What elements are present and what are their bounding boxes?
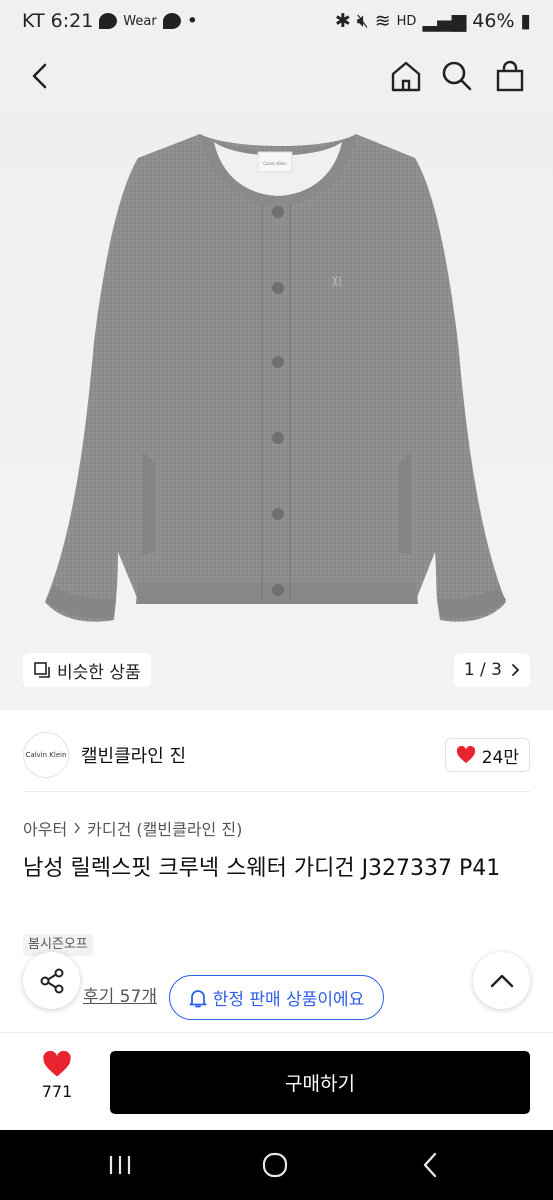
share-icon	[40, 968, 63, 993]
wish-count: 771	[41, 1082, 73, 1101]
shopping-bag-icon	[496, 60, 524, 92]
image-pager-label: 1 / 3	[463, 660, 502, 680]
review-link[interactable]: 후기 57개	[83, 982, 157, 1007]
buy-button[interactable]: 구매하기	[110, 1051, 530, 1114]
back-system-button[interactable]	[410, 1148, 450, 1182]
system-nav-bar	[0, 1130, 553, 1200]
breadcrumb: 아우터 카디건 (캘빈클라인 진)	[23, 816, 242, 840]
status-bar: KT 6:21 Wear • ✱ 🔇︎ ≋ HD ▂▄▆ 46% ▮	[0, 0, 553, 42]
heart-icon	[43, 1051, 71, 1077]
product-image-carousel[interactable]: Calvin Klein 비슷한 상품 1 / 3	[0, 112, 553, 710]
back-icon	[32, 63, 47, 89]
home-circle-icon	[262, 1152, 288, 1178]
heart-icon	[456, 746, 475, 763]
image-pager[interactable]: 1 / 3	[453, 653, 530, 687]
wifi-icon: ≋	[374, 10, 391, 32]
top-nav	[0, 42, 553, 112]
brand-logo-text: Calvin Klein	[25, 751, 67, 759]
scroll-top-button[interactable]	[473, 952, 530, 1009]
product-title: 남성 릴렉스핏 크루넥 스웨터 가디건 J327337 P41	[23, 856, 501, 881]
back-arrow-icon	[423, 1152, 437, 1178]
limited-sale-label: 한정 판매 상품이에요	[212, 990, 365, 1010]
back-button[interactable]	[20, 56, 60, 96]
signal-icon: ▂▄▆	[422, 10, 467, 32]
battery-icon: ▮	[520, 10, 531, 32]
chevron-up-icon	[490, 974, 513, 987]
recent-apps-icon	[109, 1156, 131, 1174]
mute-icon: 🔇︎	[356, 10, 369, 32]
notification-dot-icon: •	[186, 10, 198, 32]
breadcrumb-item[interactable]: 카디건 (캘빈클라인 진)	[87, 816, 242, 840]
chevron-right-icon	[74, 822, 81, 834]
brand-name[interactable]: 캘빈클라인 진	[81, 742, 186, 768]
share-button[interactable]	[23, 952, 80, 1009]
similar-products-label: 비슷한 상품	[57, 662, 141, 683]
battery-percent: 46%	[472, 10, 515, 32]
cardigan-image: Calvin Klein	[45, 134, 506, 622]
wear-icon: Wear	[123, 13, 157, 29]
bell-icon	[189, 989, 207, 1007]
search-icon	[442, 61, 472, 91]
limited-sale-button[interactable]: 한정 판매 상품이에요	[169, 975, 384, 1020]
similar-products-button[interactable]: 비슷한 상품	[23, 653, 151, 687]
garment-neck-label: Calvin Klein	[263, 161, 287, 166]
wish-button[interactable]: 771	[23, 1051, 91, 1101]
carrier-time: KT 6:21	[22, 10, 94, 32]
brand-like-count: 24만	[481, 747, 519, 768]
hd-icon: HD	[396, 13, 417, 29]
bottom-action-bar: 771 구매하기	[0, 1032, 553, 1130]
brand-logo[interactable]: Calvin Klein	[23, 732, 69, 778]
breadcrumb-item[interactable]: 아우터	[23, 816, 67, 840]
search-button[interactable]	[437, 56, 477, 96]
home-icon	[391, 61, 421, 92]
cart-button[interactable]	[490, 56, 530, 96]
chevron-right-icon	[512, 664, 520, 676]
brand-like-button[interactable]: 24만	[444, 738, 530, 772]
messenger-icon	[162, 13, 181, 29]
home-button[interactable]	[386, 56, 426, 96]
divider	[23, 791, 530, 792]
recent-apps-button[interactable]	[100, 1148, 140, 1182]
home-system-button[interactable]	[255, 1148, 295, 1182]
similar-items-icon	[34, 662, 50, 678]
messenger-icon	[99, 13, 118, 29]
bluetooth-icon: ✱	[334, 10, 351, 32]
brand-row: Calvin Klein 캘빈클라인 진 24만	[0, 720, 553, 790]
